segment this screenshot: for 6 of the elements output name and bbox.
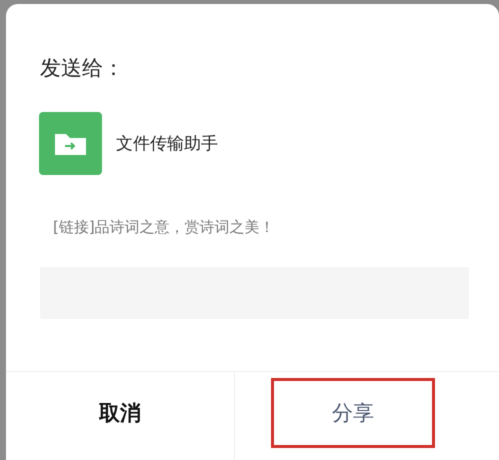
cancel-button[interactable]: 取消 xyxy=(38,378,202,448)
dialog-title: 发送给： xyxy=(40,55,125,82)
folder-icon xyxy=(39,112,102,175)
recipient-name: 文件传输助手 xyxy=(116,133,218,155)
share-button[interactable]: 分享 xyxy=(271,378,435,448)
shared-link-text: [链接]品诗词之意，赏诗词之美！ xyxy=(53,218,276,237)
